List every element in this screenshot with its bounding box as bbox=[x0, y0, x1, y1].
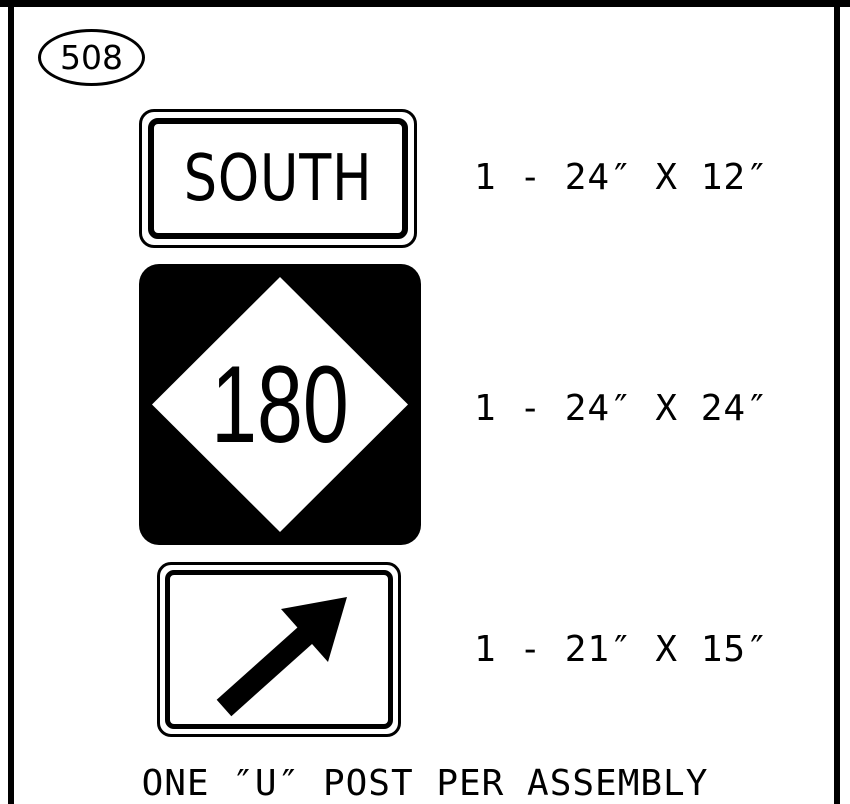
assembly-number: 508 bbox=[60, 38, 123, 77]
assembly-number-callout: 508 bbox=[38, 29, 145, 86]
arrow-sign-size: 1 - 21″ X 15″ bbox=[474, 629, 769, 670]
post-note: ONE ″U″ POST PER ASSEMBLY bbox=[141, 763, 709, 804]
frame-right-border bbox=[834, 0, 840, 804]
route-shield-sign: 180 bbox=[139, 264, 421, 545]
arrow-sign bbox=[157, 562, 401, 737]
frame-top-border bbox=[0, 0, 850, 7]
route-shield-number: 180 bbox=[211, 342, 349, 465]
frame-left-border bbox=[8, 0, 14, 804]
south-sign-border: SOUTH bbox=[148, 118, 408, 239]
route-shield-graphic: 180 bbox=[139, 264, 421, 545]
south-sign-legend: SOUTH bbox=[183, 141, 373, 216]
south-sign-size: 1 - 24″ X 12″ bbox=[474, 157, 769, 198]
route-sign-size: 1 - 24″ X 24″ bbox=[474, 388, 769, 429]
arrow-up-right-icon bbox=[216, 597, 347, 717]
south-direction-sign: SOUTH bbox=[139, 109, 417, 248]
